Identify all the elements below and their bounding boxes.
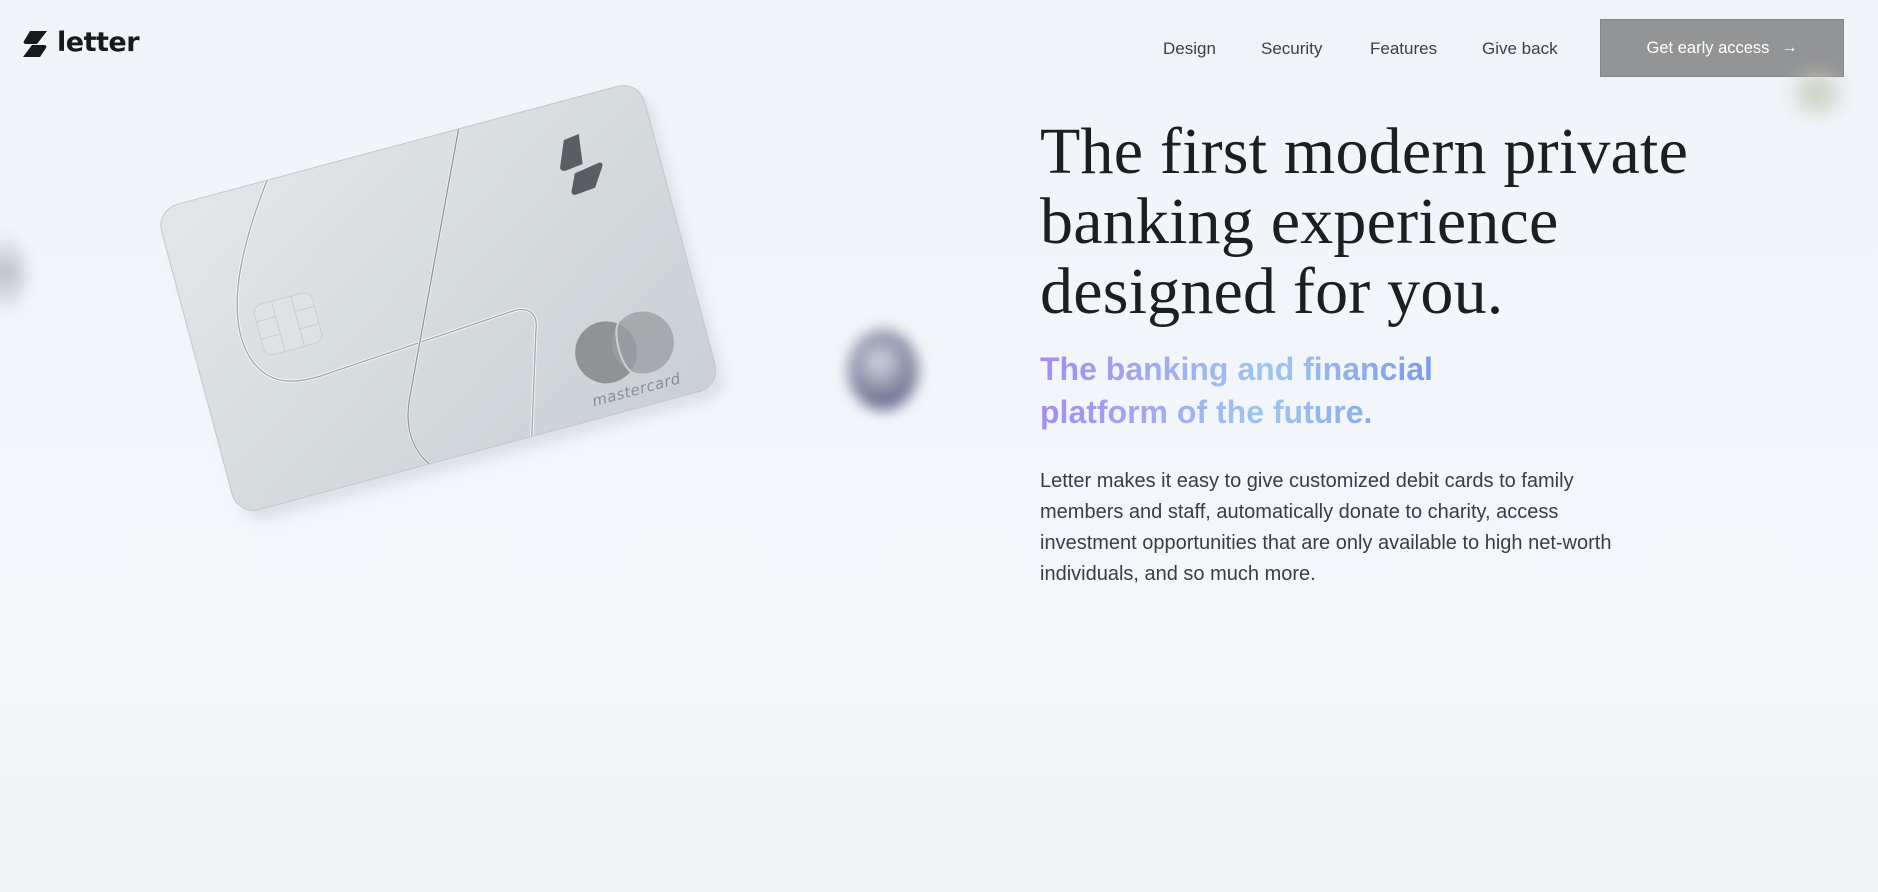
- blurred-decoration-center: [848, 330, 918, 410]
- blurred-decoration-right: [1782, 68, 1852, 118]
- arrow-right-icon: →: [1781, 39, 1798, 56]
- nav-link-give-back[interactable]: Give back: [1482, 39, 1558, 59]
- nav-link-design[interactable]: Design: [1163, 39, 1216, 59]
- hero-description: Letter makes it easy to give customized …: [1040, 470, 1612, 585]
- nav-link-features[interactable]: Features: [1370, 39, 1437, 59]
- debit-card-illustration: mastercard: [150, 60, 810, 580]
- letter-logo-icon: [23, 31, 47, 57]
- card-body: [160, 85, 717, 511]
- hero-subheadline: The banking and financial platform of th…: [1040, 348, 1510, 434]
- hero-headline: The first modern private banking experie…: [1040, 115, 1689, 328]
- brand-logo-link[interactable]: letter: [22, 27, 140, 58]
- nav-link-security[interactable]: Security: [1261, 39, 1322, 59]
- blurred-decoration-left: [0, 228, 26, 318]
- cta-label: Get early access: [1646, 38, 1770, 57]
- brand-name: letter: [57, 27, 140, 58]
